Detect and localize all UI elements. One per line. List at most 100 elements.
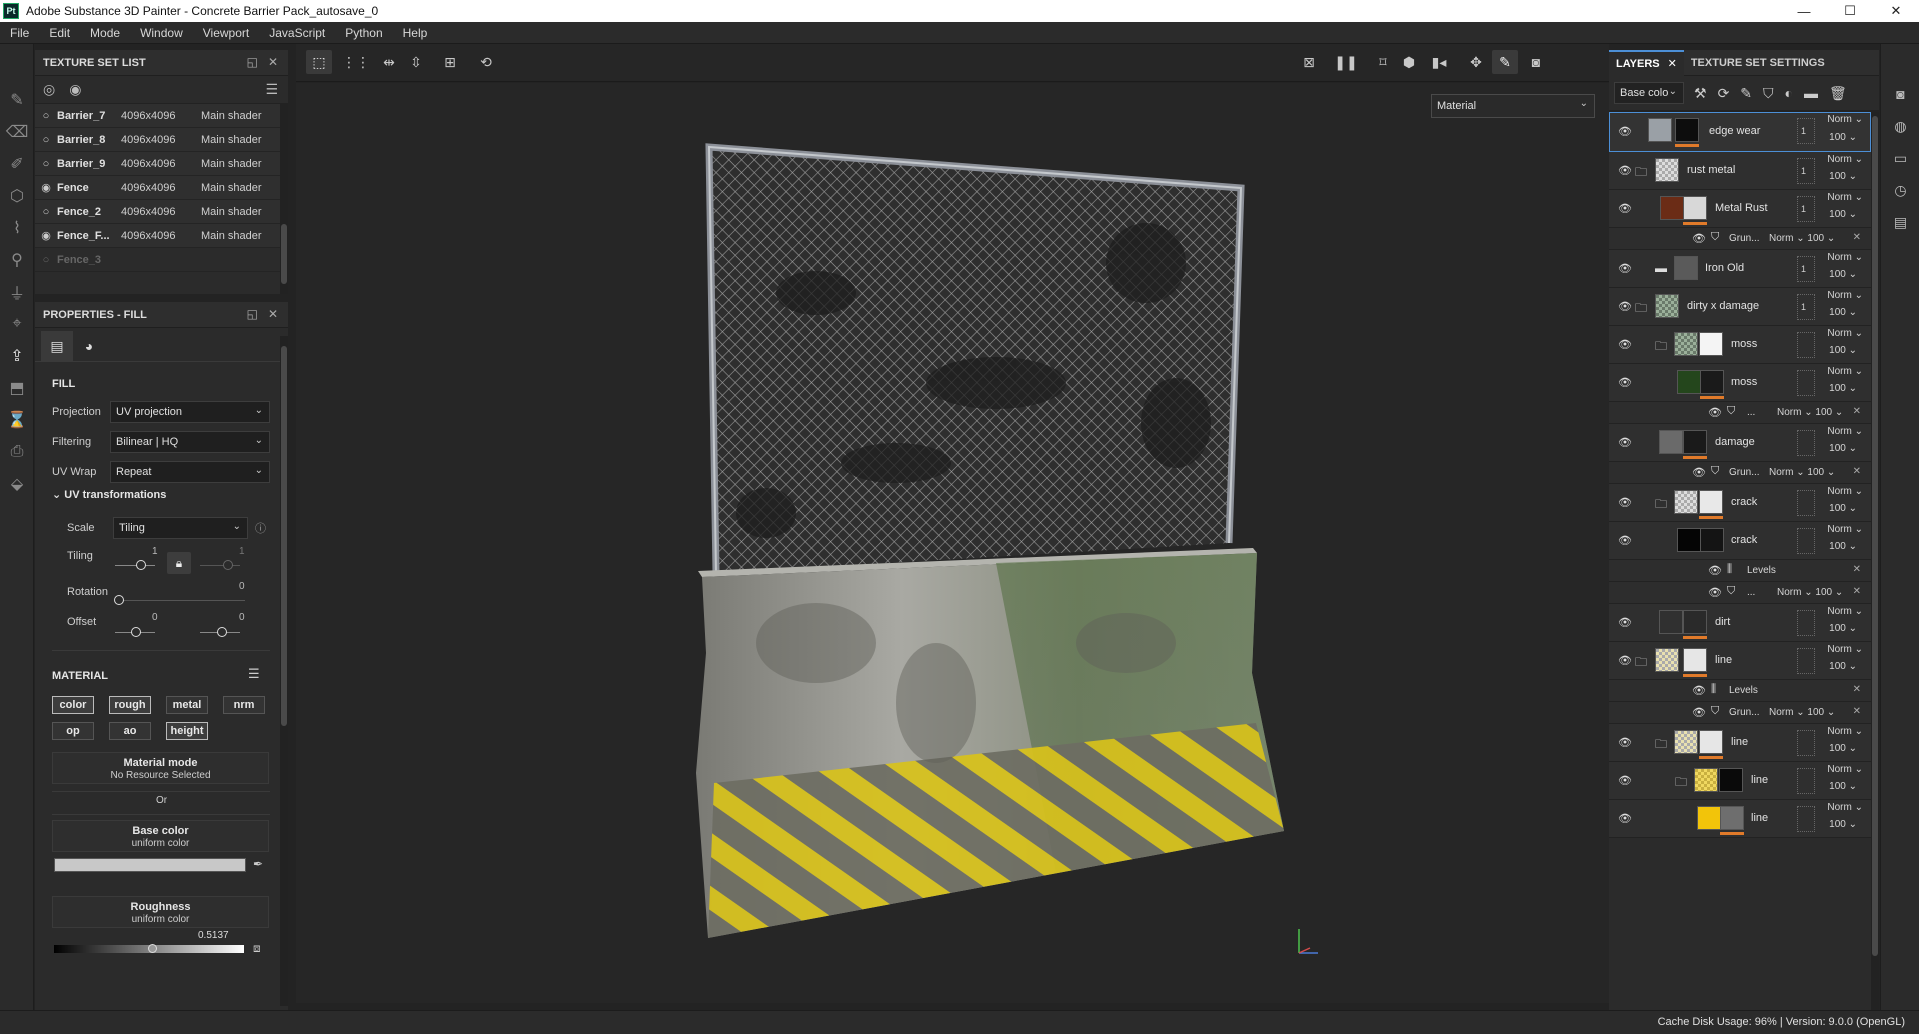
mask-effect-levels[interactable]: 👁︎ ⫼ Levels ✕: [1609, 680, 1871, 702]
remove-effect-icon[interactable]: ✕: [1853, 406, 1861, 417]
folder-icon[interactable]: ▬: [1655, 261, 1667, 275]
camera-icon[interactable]: ▮◂: [1426, 50, 1452, 74]
channel-height-button[interactable]: height: [166, 722, 208, 740]
blend-mode[interactable]: Norm ⌄: [1827, 114, 1863, 125]
eraser-icon[interactable]: ⌫: [0, 116, 34, 148]
layer-folder-line[interactable]: 👁︎ 🗀 line Norm ⌄ 100 ⌄: [1609, 642, 1871, 680]
render-region-icon[interactable]: ⊠: [1296, 50, 1322, 74]
uvwrap-dropdown[interactable]: Repeat ⌄: [110, 461, 270, 483]
shelf-panel-icon[interactable]: ▭: [1881, 142, 1919, 174]
roughness-slider-knob[interactable]: [147, 944, 157, 953]
layer-opacity[interactable]: 100 ⌄: [1829, 623, 1857, 634]
layer-opacity[interactable]: 100 ⌄: [1829, 383, 1857, 394]
blend-mode[interactable]: Norm ⌄: [1827, 606, 1863, 617]
selection-mode-icon[interactable]: ⬚: [306, 50, 332, 74]
base-color-swatch[interactable]: [54, 858, 246, 872]
material-sphere-tab-icon[interactable]: ◕: [73, 331, 105, 361]
display-settings-panel-icon[interactable]: ◙: [1881, 78, 1919, 110]
layer-line[interactable]: 👁︎ line Norm ⌄ 100 ⌄: [1609, 800, 1871, 838]
layer-crack[interactable]: 👁︎ crack Norm ⌄ 100 ⌄: [1609, 522, 1871, 560]
remove-effect-icon[interactable]: ✕: [1853, 684, 1861, 695]
remove-effect-icon[interactable]: ✕: [1853, 706, 1861, 717]
blend-mode[interactable]: Norm ⌄: [1827, 802, 1863, 813]
bake-icon[interactable]: ⬒: [0, 372, 34, 404]
2d-view-icon[interactable]: ⌑: [1370, 50, 1396, 74]
eye-icon[interactable]: ◉: [35, 181, 57, 194]
paint-mode-icon[interactable]: ✎: [1492, 50, 1518, 74]
eye-icon[interactable]: 👁︎: [1692, 232, 1706, 245]
blend-mode[interactable]: Norm ⌄: [1827, 644, 1863, 655]
blend-mode[interactable]: Norm ⌄: [1827, 154, 1863, 165]
folder-icon[interactable]: 🗀: [1655, 495, 1667, 516]
projection-dropdown[interactable]: UV projection ⌄: [110, 401, 270, 423]
layer-damage[interactable]: 👁︎ damage Norm ⌄ 100 ⌄: [1609, 424, 1871, 462]
texture-set-row[interactable]: ○ Fence_2 4096x4096 Main shader: [35, 200, 288, 224]
3d-viewport[interactable]: [296, 83, 1609, 1003]
float-panel-icon[interactable]: ◱: [247, 307, 258, 321]
blend-mode[interactable]: Norm ⌄: [1827, 426, 1863, 437]
eye-icon[interactable]: 👁︎: [1618, 616, 1632, 629]
effects-slot[interactable]: [1797, 730, 1815, 756]
symmetry-y-icon[interactable]: ⇳: [403, 50, 429, 74]
eye-icon[interactable]: 👁︎: [1692, 706, 1706, 719]
add-effect-icon[interactable]: ⚒: [1694, 85, 1707, 102]
add-folder-icon[interactable]: ▬: [1804, 85, 1818, 101]
folder-icon[interactable]: 🗀: [1655, 337, 1667, 358]
layer-opacity[interactable]: 100 ⌄: [1829, 345, 1857, 356]
layer-opacity[interactable]: 100 ⌄: [1829, 132, 1857, 143]
layer-opacity[interactable]: 100 ⌄: [1829, 743, 1857, 754]
texture-set-scrollbar[interactable]: [280, 104, 288, 294]
menu-javascript[interactable]: JavaScript: [259, 26, 335, 40]
projection-icon[interactable]: ✐: [0, 148, 34, 180]
menu-viewport[interactable]: Viewport: [193, 26, 259, 40]
effects-slot[interactable]: [1797, 806, 1815, 832]
shelf-icon[interactable]: ⇪: [0, 340, 34, 372]
tiling-u-slider[interactable]: [136, 560, 146, 570]
layer-folder-line-3[interactable]: 👁︎ 🗀 line Norm ⌄ 100 ⌄: [1609, 762, 1871, 800]
eye-icon[interactable]: 👁︎: [1692, 466, 1706, 479]
eye-icon[interactable]: 👁︎: [1708, 564, 1722, 577]
eye-icon[interactable]: 👁︎: [1618, 774, 1632, 787]
eye-icon[interactable]: 👁︎: [1618, 164, 1632, 177]
history-icon[interactable]: ◷: [1881, 174, 1919, 206]
effect-blend[interactable]: Norm ⌄ 100 ⌄: [1777, 407, 1843, 418]
blend-mode[interactable]: Norm ⌄: [1827, 252, 1863, 263]
channel-op-button[interactable]: op: [52, 722, 94, 740]
effect-blend[interactable]: Norm ⌄ 100 ⌄: [1769, 707, 1835, 718]
layer-folder-crack[interactable]: 👁︎ 🗀 crack Norm ⌄ 100 ⌄: [1609, 484, 1871, 522]
layer-moss[interactable]: 👁︎ moss Norm ⌄ 100 ⌄: [1609, 364, 1871, 402]
material-icon[interactable]: ⬙: [0, 468, 34, 500]
layer-opacity[interactable]: 100 ⌄: [1829, 269, 1857, 280]
folder-icon[interactable]: 🗀: [1635, 653, 1647, 674]
picker-icon[interactable]: ⏚: [0, 276, 34, 308]
maximize-button[interactable]: ☐: [1827, 0, 1873, 22]
channel-rough-button[interactable]: rough: [109, 696, 151, 714]
lock-icon[interactable]: 🔒︎: [167, 552, 191, 574]
offset-u-slider[interactable]: [131, 627, 141, 637]
layer-dirt[interactable]: 👁︎ dirt Norm ⌄ 100 ⌄: [1609, 604, 1871, 642]
layer-folder-moss[interactable]: 👁︎ 🗀 moss Norm ⌄ 100 ⌄: [1609, 326, 1871, 364]
layer-folder-rust-metal[interactable]: 👁︎ 🗀 rust metal 1 Norm ⌄ 100 ⌄: [1609, 152, 1871, 190]
environment-icon[interactable]: ◍: [1881, 110, 1919, 142]
effects-slot[interactable]: [1797, 648, 1815, 674]
remove-effect-icon[interactable]: ✕: [1853, 232, 1861, 243]
channel-metal-button[interactable]: metal: [166, 696, 208, 714]
display-settings-icon[interactable]: ✥: [1463, 50, 1489, 74]
eye-icon[interactable]: ○: [35, 206, 57, 218]
fill-properties-tab-icon[interactable]: ▤: [41, 331, 73, 361]
menu-python[interactable]: Python: [335, 26, 392, 40]
texture-set-row[interactable]: ○ Fence_3: [35, 248, 288, 272]
channel-color-button[interactable]: color: [52, 696, 94, 714]
mask-effect-fill[interactable]: 👁︎ ⛉ Grun... Norm ⌄ 100 ⌄ ✕: [1609, 462, 1871, 484]
filtering-dropdown[interactable]: Bilinear | HQ ⌄: [110, 431, 270, 453]
blend-mode[interactable]: Norm ⌄: [1827, 726, 1863, 737]
remove-effect-icon[interactable]: ✕: [1853, 586, 1861, 597]
eye-icon[interactable]: ○: [35, 134, 57, 146]
effects-slot[interactable]: [1797, 430, 1815, 456]
menu-help[interactable]: Help: [393, 26, 438, 40]
blend-mode[interactable]: Norm ⌄: [1827, 366, 1863, 377]
folder-icon[interactable]: 🗀: [1635, 299, 1647, 320]
layer-opacity[interactable]: 100 ⌄: [1829, 781, 1857, 792]
mask-effect-fill[interactable]: 👁︎ ⛉ ... Norm ⌄ 100 ⌄ ✕: [1609, 402, 1871, 424]
minimize-button[interactable]: —: [1781, 0, 1827, 22]
